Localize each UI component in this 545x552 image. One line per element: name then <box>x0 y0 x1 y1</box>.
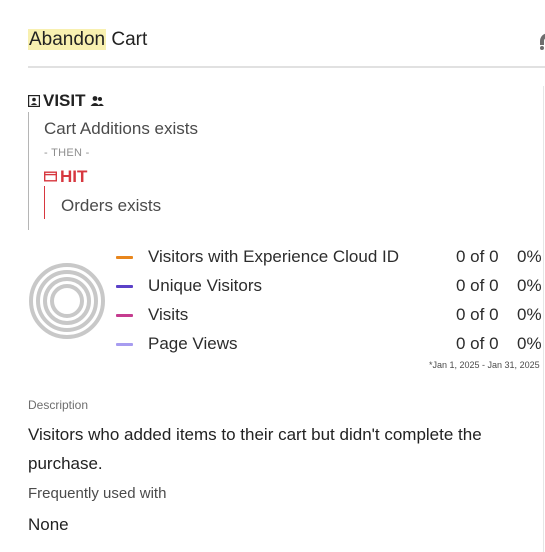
hit-label: HIT <box>60 167 88 186</box>
description-label: Description <box>28 398 89 412</box>
legend-swatch <box>116 343 133 346</box>
stat-percent: 0% <box>517 334 542 353</box>
stat-percent: 0% <box>517 305 542 324</box>
condition-orders: Orders exists <box>61 196 162 215</box>
title-highlight: Abandon <box>28 29 107 50</box>
segment-definition: VISIT Cart Additions exists - THEN - HIT <box>28 90 508 235</box>
title-rest: Cart <box>106 29 148 50</box>
stat-count: 0 of 0 <box>456 305 499 324</box>
stat-row-ecid: Visitors with Experience Cloud ID 0 of 0… <box>116 246 545 275</box>
visit-container-line <box>28 112 29 230</box>
people-icon <box>90 95 104 107</box>
donut-ring-outer <box>29 263 105 339</box>
stat-row-visits: Visits 0 of 0 0% <box>116 304 545 333</box>
stat-label: Visitors with Experience Cloud ID <box>148 247 400 266</box>
stat-label: Visits <box>148 305 189 324</box>
stat-label: Unique Visitors <box>148 276 263 295</box>
panel-header: Abandon Cart <box>28 26 545 56</box>
hit-container-header: HIT <box>43 167 88 187</box>
legend-swatch <box>116 256 133 259</box>
legend-swatch <box>116 285 133 288</box>
audience-stats-legend: Visitors with Experience Cloud ID 0 of 0… <box>116 246 545 362</box>
condition-cart-additions: Cart Additions exists <box>44 119 199 138</box>
stat-row-unique-visitors: Unique Visitors 0 of 0 0% <box>116 275 545 304</box>
hit-icon <box>43 167 58 187</box>
description-text: Visitors who added items to their cart b… <box>28 425 482 473</box>
audience-donut-chart <box>28 262 106 340</box>
stat-percent: 0% <box>517 276 542 295</box>
then-separator: - THEN - <box>44 147 90 159</box>
frequently-used-value: None <box>28 515 69 534</box>
visit-label: VISIT <box>43 91 86 110</box>
frequently-used-label: Frequently used with <box>28 485 167 502</box>
visit-icon <box>28 95 40 107</box>
donut-ring-inner <box>50 284 84 318</box>
segment-preview-panel: Abandon Cart VISIT Cart Additions exists… <box>0 0 545 552</box>
stat-row-page-views: Page Views 0 of 0 0% <box>116 333 545 362</box>
stat-count: 0 of 0 <box>456 247 499 266</box>
hit-container-line <box>44 186 45 219</box>
stat-label: Page Views <box>148 334 238 353</box>
segment-title: Abandon Cart <box>28 26 545 54</box>
visit-container-header: VISIT <box>28 90 104 112</box>
stat-count: 0 of 0 <box>456 276 499 295</box>
date-range-note: *Jan 1, 2025 - Jan 31, 2025 <box>429 360 540 370</box>
legend-swatch <box>116 314 133 317</box>
stat-percent: 0% <box>517 247 542 266</box>
share-icon[interactable] <box>537 29 545 51</box>
header-divider <box>28 66 545 68</box>
stat-count: 0 of 0 <box>456 334 499 353</box>
